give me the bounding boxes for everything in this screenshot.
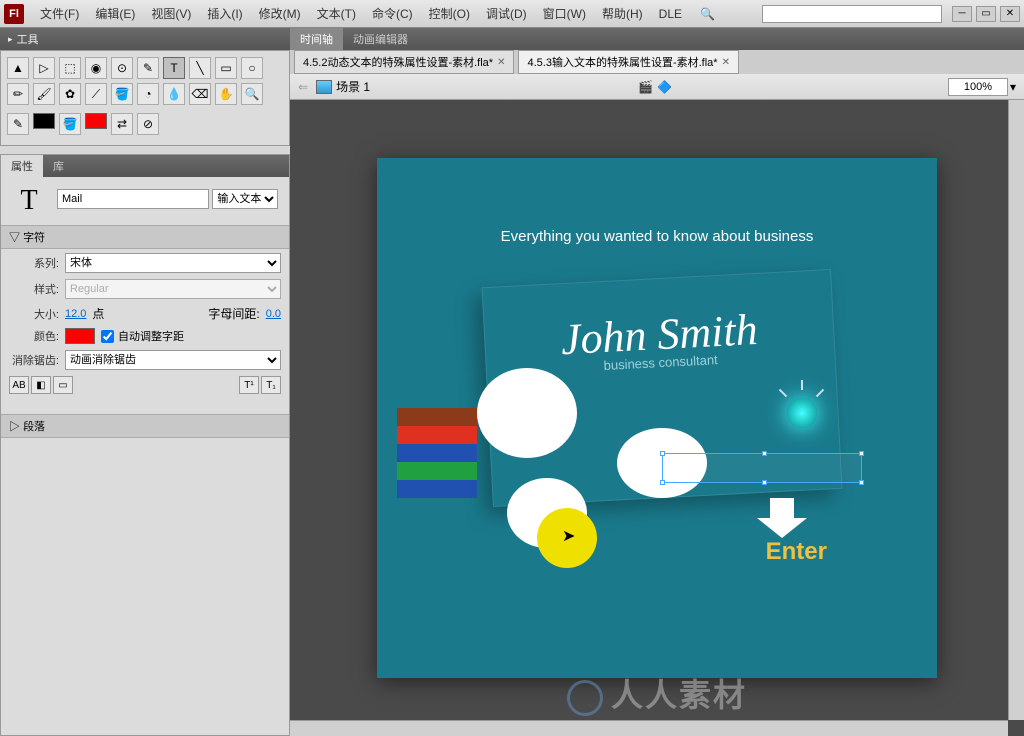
autokern-label: 自动调整字距	[118, 328, 184, 344]
fill-color[interactable]	[85, 113, 107, 129]
library-tab[interactable]: 库	[43, 155, 74, 177]
text-tool[interactable]: T	[163, 57, 185, 79]
tools-panel-header[interactable]: ▸工具	[0, 28, 290, 50]
timeline-tab[interactable]: 时间轴	[290, 28, 343, 50]
back-icon[interactable]: ⇐	[298, 80, 308, 94]
menu-insert[interactable]: 插入(I)	[199, 2, 250, 25]
menu-debug[interactable]: 调试(D)	[478, 2, 535, 25]
autokern-checkbox[interactable]	[101, 330, 114, 343]
brush-tool[interactable]: 🖌	[33, 83, 55, 105]
stage[interactable]: Everything you wanted to know about busi…	[377, 158, 937, 678]
border-button[interactable]: ▭	[53, 376, 73, 394]
stage-subtitle: Everything you wanted to know about busi…	[377, 228, 937, 245]
family-label: 系列:	[9, 255, 59, 271]
horizontal-scrollbar[interactable]	[290, 720, 1008, 736]
menu-command[interactable]: 命令(C)	[364, 2, 421, 25]
style-label: 样式:	[9, 281, 59, 297]
close-doc-2[interactable]: ✕	[722, 57, 730, 68]
letter-spacing-value[interactable]: 0.0	[266, 308, 281, 320]
pencil-tool[interactable]: ✏	[7, 83, 29, 105]
close-doc-1[interactable]: ✕	[497, 57, 505, 68]
swap-colors[interactable]: ⇄	[111, 113, 133, 135]
vertical-scrollbar[interactable]	[1008, 100, 1024, 720]
document-tab-1[interactable]: 4.5.2动态文本的特殊属性设置-素材.fla* ✕	[294, 50, 514, 74]
enter-text: Enter	[766, 538, 827, 566]
close-button[interactable]: ✕	[1000, 6, 1020, 22]
menu-dle[interactable]: DLE	[651, 4, 690, 24]
instance-name-input[interactable]	[57, 189, 209, 209]
no-color[interactable]: ⊘	[137, 113, 159, 135]
size-label: 大小:	[9, 306, 59, 322]
stroke-color-icon[interactable]: ✎	[7, 113, 29, 135]
character-section[interactable]: ▽ 字符	[1, 225, 289, 249]
subscript-button[interactable]: T₁	[261, 376, 281, 394]
size-unit: 点	[92, 305, 104, 322]
paragraph-section[interactable]: ▷ 段落	[1, 414, 289, 438]
menubar: Fl 文件(F) 编辑(E) 视图(V) 插入(I) 修改(M) 文本(T) 命…	[0, 0, 1024, 28]
search-input[interactable]	[762, 5, 942, 23]
lasso-tool[interactable]: ⊙	[111, 57, 133, 79]
blob-2	[477, 368, 577, 458]
motion-editor-tab[interactable]: 动画编辑器	[343, 28, 418, 50]
superscript-button[interactable]: T¹	[239, 376, 259, 394]
arrow-down-graphic	[757, 498, 807, 538]
lightbulb-graphic	[777, 388, 827, 438]
oval-tool[interactable]: ○	[241, 57, 263, 79]
fill-color-icon[interactable]: 🪣	[59, 113, 81, 135]
font-style-select[interactable]: Regular	[65, 279, 281, 299]
color-strip	[397, 408, 477, 518]
maximize-button[interactable]: ▭	[976, 6, 996, 22]
antialias-select[interactable]: 动画消除锯齿	[65, 350, 281, 370]
text-color-swatch[interactable]	[65, 328, 95, 344]
menu-window[interactable]: 窗口(W)	[535, 2, 594, 25]
tools-panel: ▲ ▷ ⬚ ◉ ⊙ ✎ T ╲ ▭ ○ ✏ 🖌 ✿ ⟋ 🪣 ◔ 💧 ⌫ ✋	[0, 50, 290, 146]
edit-scene-icon[interactable]: 🎬	[638, 80, 653, 94]
subselection-tool[interactable]: ▷	[33, 57, 55, 79]
properties-tab[interactable]: 属性	[1, 155, 43, 177]
scene-icon	[316, 80, 332, 94]
eyedropper-tool[interactable]: 💧	[163, 83, 185, 105]
text-type-icon: T	[9, 185, 49, 217]
document-tab-2[interactable]: 4.5.3输入文本的特殊属性设置-素材.fla* ✕	[518, 50, 738, 74]
minimize-button[interactable]: ─	[952, 6, 972, 22]
app-icon: Fl	[4, 4, 24, 24]
pen-tool[interactable]: ✎	[137, 57, 159, 79]
watermark: 人人素材	[567, 670, 747, 716]
3d-rotation-tool[interactable]: ◉	[85, 57, 107, 79]
html-button[interactable]: ◧	[31, 376, 51, 394]
font-size-value[interactable]: 12.0	[65, 308, 86, 320]
hand-tool[interactable]: ✋	[215, 83, 237, 105]
menu-modify[interactable]: 修改(M)	[251, 2, 309, 25]
menu-file[interactable]: 文件(F)	[32, 2, 87, 25]
menu-view[interactable]: 视图(V)	[143, 2, 199, 25]
zoom-dropdown-icon[interactable]: ▾	[1010, 80, 1016, 94]
color-label: 颜色:	[9, 328, 59, 344]
selected-text-field[interactable]	[662, 453, 862, 483]
spacing-label: 字母间距:	[208, 305, 259, 322]
paint-bucket-tool[interactable]: 🪣	[111, 83, 133, 105]
canvas-area[interactable]: Everything you wanted to know about busi…	[290, 100, 1024, 736]
free-transform-tool[interactable]: ⬚	[59, 57, 81, 79]
scene-label[interactable]: 场景 1	[336, 78, 370, 95]
font-family-select[interactable]: 宋体	[65, 253, 281, 273]
ink-bottle-tool[interactable]: ◔	[137, 83, 159, 105]
deco-tool[interactable]: ✿	[59, 83, 81, 105]
antialias-label: 消除锯齿:	[9, 352, 59, 368]
selectable-button[interactable]: AB	[9, 376, 29, 394]
rectangle-tool[interactable]: ▭	[215, 57, 237, 79]
zoom-tool[interactable]: 🔍	[241, 83, 263, 105]
edit-symbols-icon[interactable]: 🔷	[657, 80, 672, 94]
zoom-input[interactable]	[948, 78, 1008, 96]
menu-help[interactable]: 帮助(H)	[594, 2, 651, 25]
cursor-icon: ➤	[562, 526, 575, 546]
menu-edit[interactable]: 编辑(E)	[87, 2, 143, 25]
eraser-tool[interactable]: ⌫	[189, 83, 211, 105]
line-tool[interactable]: ╲	[189, 57, 211, 79]
menu-text[interactable]: 文本(T)	[309, 2, 364, 25]
selection-tool[interactable]: ▲	[7, 57, 29, 79]
stroke-color[interactable]	[33, 113, 55, 129]
menu-control[interactable]: 控制(O)	[421, 2, 478, 25]
bone-tool[interactable]: ⟋	[85, 83, 107, 105]
text-type-select[interactable]: 输入文本	[212, 189, 278, 209]
